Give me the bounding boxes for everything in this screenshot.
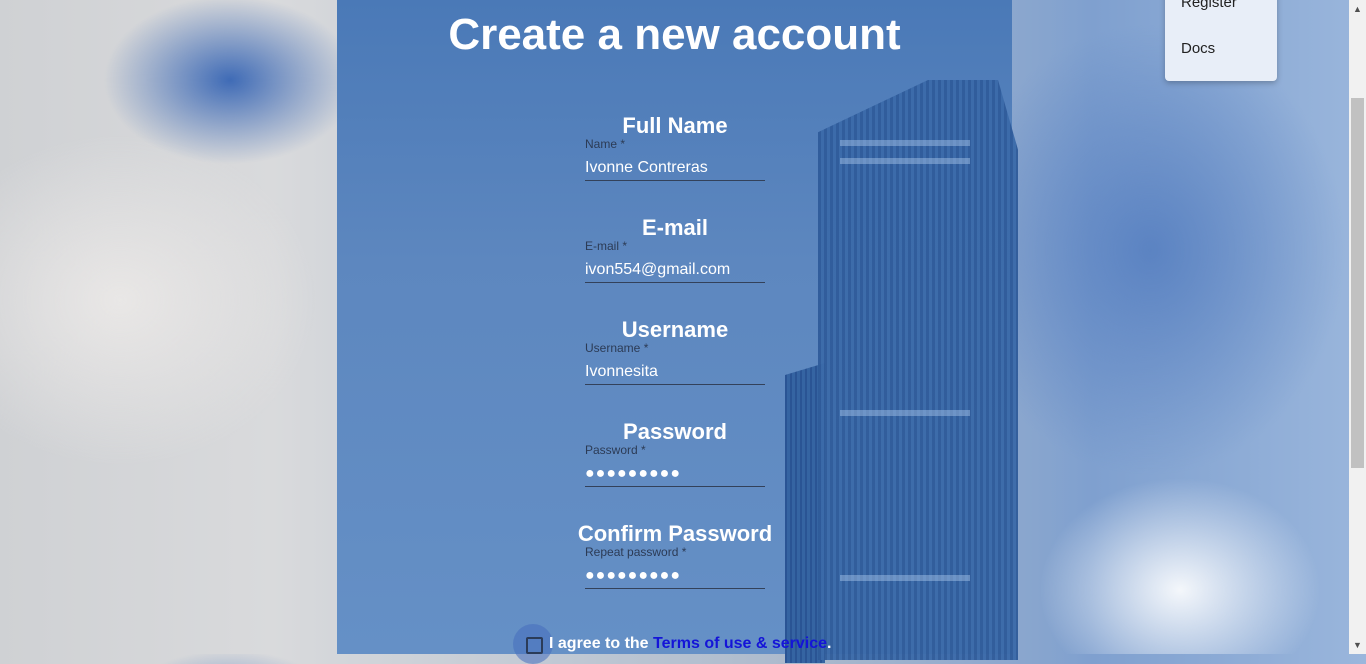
scrollbar-thumb[interactable]: [1351, 98, 1364, 468]
terms-prefix: I agree to the: [549, 635, 654, 652]
password-input[interactable]: [585, 462, 765, 487]
username-input[interactable]: [585, 360, 765, 385]
username-label: Username *: [585, 341, 649, 355]
repeat-password-label: Repeat password *: [585, 545, 687, 559]
building-band: [840, 140, 970, 146]
name-label: Name *: [585, 137, 626, 151]
vertical-scrollbar[interactable]: ▲ ▼: [1349, 0, 1366, 654]
terms-link[interactable]: Terms of use & service: [653, 635, 827, 652]
terms-suffix: .: [827, 635, 832, 652]
password-label: Password *: [585, 443, 646, 457]
nav-dropdown-menu: Register Docs: [1165, 0, 1277, 81]
repeat-password-input[interactable]: [585, 564, 765, 589]
building-band: [840, 575, 970, 581]
password-heading: Password: [623, 419, 727, 444]
email-input[interactable]: [585, 258, 765, 283]
scroll-down-icon[interactable]: ▼: [1353, 640, 1362, 650]
terms-checkbox[interactable]: [526, 637, 543, 654]
page-title: Create a new account: [448, 10, 901, 59]
menu-item-docs[interactable]: Docs: [1181, 40, 1215, 57]
email-label: E-mail *: [585, 239, 628, 253]
username-heading: Username: [621, 317, 729, 342]
terms-text: I agree to the Terms of use & service.: [549, 634, 832, 654]
name-input[interactable]: [585, 156, 765, 181]
building-band: [840, 410, 970, 416]
building-background: [818, 80, 1018, 660]
email-heading: E-mail: [641, 215, 709, 240]
building-band: [840, 158, 970, 164]
scroll-up-icon[interactable]: ▲: [1353, 4, 1362, 14]
confirm-password-heading: Confirm Password: [577, 521, 773, 546]
full-name-heading: Full Name: [622, 113, 728, 138]
menu-item-register[interactable]: Register: [1181, 0, 1237, 11]
